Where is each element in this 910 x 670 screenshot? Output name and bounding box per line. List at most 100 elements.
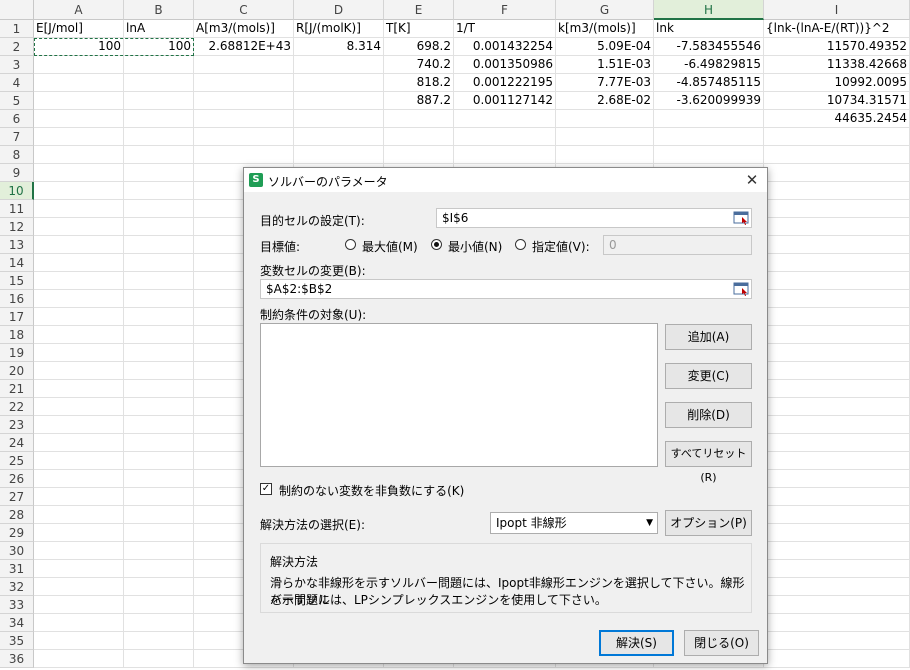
cell-A35[interactable] <box>34 632 124 650</box>
column-header-A[interactable]: A <box>34 0 124 20</box>
row-header-24[interactable]: 24 <box>0 434 34 452</box>
row-header-4[interactable]: 4 <box>0 74 34 92</box>
cell-I9[interactable] <box>764 164 910 182</box>
cell-A34[interactable] <box>34 614 124 632</box>
cell-H2[interactable]: -7.583455546 <box>654 38 764 56</box>
cell-A32[interactable] <box>34 578 124 596</box>
change-constraint-button[interactable]: 変更(C) <box>665 363 752 389</box>
cell-B2[interactable]: 100 <box>124 38 194 56</box>
row-header-15[interactable]: 15 <box>0 272 34 290</box>
row-header-10[interactable]: 10 <box>0 182 34 200</box>
cell-I34[interactable] <box>764 614 910 632</box>
method-select[interactable]: Ipopt 非線形 ▼ <box>490 512 658 534</box>
cell-A10[interactable] <box>34 182 124 200</box>
cell-H1[interactable]: lnk <box>654 20 764 38</box>
row-header-31[interactable]: 31 <box>0 560 34 578</box>
cell-I36[interactable] <box>764 650 910 668</box>
column-header-H[interactable]: H <box>654 0 764 20</box>
cell-B30[interactable] <box>124 542 194 560</box>
cell-B27[interactable] <box>124 488 194 506</box>
cell-A11[interactable] <box>34 200 124 218</box>
row-header-29[interactable]: 29 <box>0 524 34 542</box>
cell-F1[interactable]: 1/T <box>454 20 556 38</box>
options-button[interactable]: オプション(P) <box>665 510 752 536</box>
cell-G1[interactable]: k[m3/(mols)] <box>556 20 654 38</box>
cell-B4[interactable] <box>124 74 194 92</box>
cell-A21[interactable] <box>34 380 124 398</box>
close-button[interactable]: 閉じる(O) <box>684 630 759 656</box>
cell-A31[interactable] <box>34 560 124 578</box>
cell-D5[interactable] <box>294 92 384 110</box>
cell-I1[interactable]: {lnk-(lnA-E/(RT))}^2 <box>764 20 910 38</box>
cell-A19[interactable] <box>34 344 124 362</box>
radio-max[interactable] <box>345 239 356 250</box>
cell-B16[interactable] <box>124 290 194 308</box>
cell-H8[interactable] <box>654 146 764 164</box>
row-header-14[interactable]: 14 <box>0 254 34 272</box>
cell-B21[interactable] <box>124 380 194 398</box>
row-header-8[interactable]: 8 <box>0 146 34 164</box>
cell-A28[interactable] <box>34 506 124 524</box>
cell-I28[interactable] <box>764 506 910 524</box>
cell-I26[interactable] <box>764 470 910 488</box>
row-header-19[interactable]: 19 <box>0 344 34 362</box>
cell-C6[interactable] <box>194 110 294 128</box>
cell-I30[interactable] <box>764 542 910 560</box>
cell-B14[interactable] <box>124 254 194 272</box>
cell-I25[interactable] <box>764 452 910 470</box>
cell-A16[interactable] <box>34 290 124 308</box>
cell-E7[interactable] <box>384 128 454 146</box>
cell-B8[interactable] <box>124 146 194 164</box>
cell-G3[interactable]: 1.51E-03 <box>556 56 654 74</box>
cell-D4[interactable] <box>294 74 384 92</box>
column-header-C[interactable]: C <box>194 0 294 20</box>
row-header-28[interactable]: 28 <box>0 506 34 524</box>
row-header-30[interactable]: 30 <box>0 542 34 560</box>
row-header-2[interactable]: 2 <box>0 38 34 56</box>
cell-I22[interactable] <box>764 398 910 416</box>
cell-B18[interactable] <box>124 326 194 344</box>
cell-A14[interactable] <box>34 254 124 272</box>
cell-C7[interactable] <box>194 128 294 146</box>
cell-B31[interactable] <box>124 560 194 578</box>
row-header-9[interactable]: 9 <box>0 164 34 182</box>
cell-B29[interactable] <box>124 524 194 542</box>
cell-A30[interactable] <box>34 542 124 560</box>
row-header-5[interactable]: 5 <box>0 92 34 110</box>
target-value-input[interactable]: 0 <box>603 235 752 255</box>
cell-A26[interactable] <box>34 470 124 488</box>
row-header-27[interactable]: 27 <box>0 488 34 506</box>
cell-A23[interactable] <box>34 416 124 434</box>
constraints-list[interactable] <box>260 323 658 467</box>
cell-I5[interactable]: 10734.31571 <box>764 92 910 110</box>
cell-I15[interactable] <box>764 272 910 290</box>
column-header-B[interactable]: B <box>124 0 194 20</box>
cell-I19[interactable] <box>764 344 910 362</box>
cell-F6[interactable] <box>454 110 556 128</box>
cell-B22[interactable] <box>124 398 194 416</box>
cell-F3[interactable]: 0.001350986 <box>454 56 556 74</box>
cell-I6[interactable]: 44635.2454 <box>764 110 910 128</box>
cell-B20[interactable] <box>124 362 194 380</box>
cell-A7[interactable] <box>34 128 124 146</box>
row-header-12[interactable]: 12 <box>0 218 34 236</box>
cell-E8[interactable] <box>384 146 454 164</box>
reset-all-button[interactable]: すべてリセット(R) <box>665 441 752 484</box>
cell-A36[interactable] <box>34 650 124 668</box>
cell-G6[interactable] <box>556 110 654 128</box>
cell-C1[interactable]: A[m3/(mols)] <box>194 20 294 38</box>
cell-B13[interactable] <box>124 236 194 254</box>
cell-I29[interactable] <box>764 524 910 542</box>
cell-I17[interactable] <box>764 308 910 326</box>
cell-I27[interactable] <box>764 488 910 506</box>
cell-I32[interactable] <box>764 578 910 596</box>
cell-B34[interactable] <box>124 614 194 632</box>
cell-H5[interactable]: -3.620099939 <box>654 92 764 110</box>
cell-I16[interactable] <box>764 290 910 308</box>
dialog-titlebar[interactable]: S ソルバーのパラメータ ✕ <box>244 168 767 192</box>
cell-A6[interactable] <box>34 110 124 128</box>
row-header-16[interactable]: 16 <box>0 290 34 308</box>
cell-A15[interactable] <box>34 272 124 290</box>
select-all-corner[interactable] <box>0 0 34 20</box>
cell-G8[interactable] <box>556 146 654 164</box>
